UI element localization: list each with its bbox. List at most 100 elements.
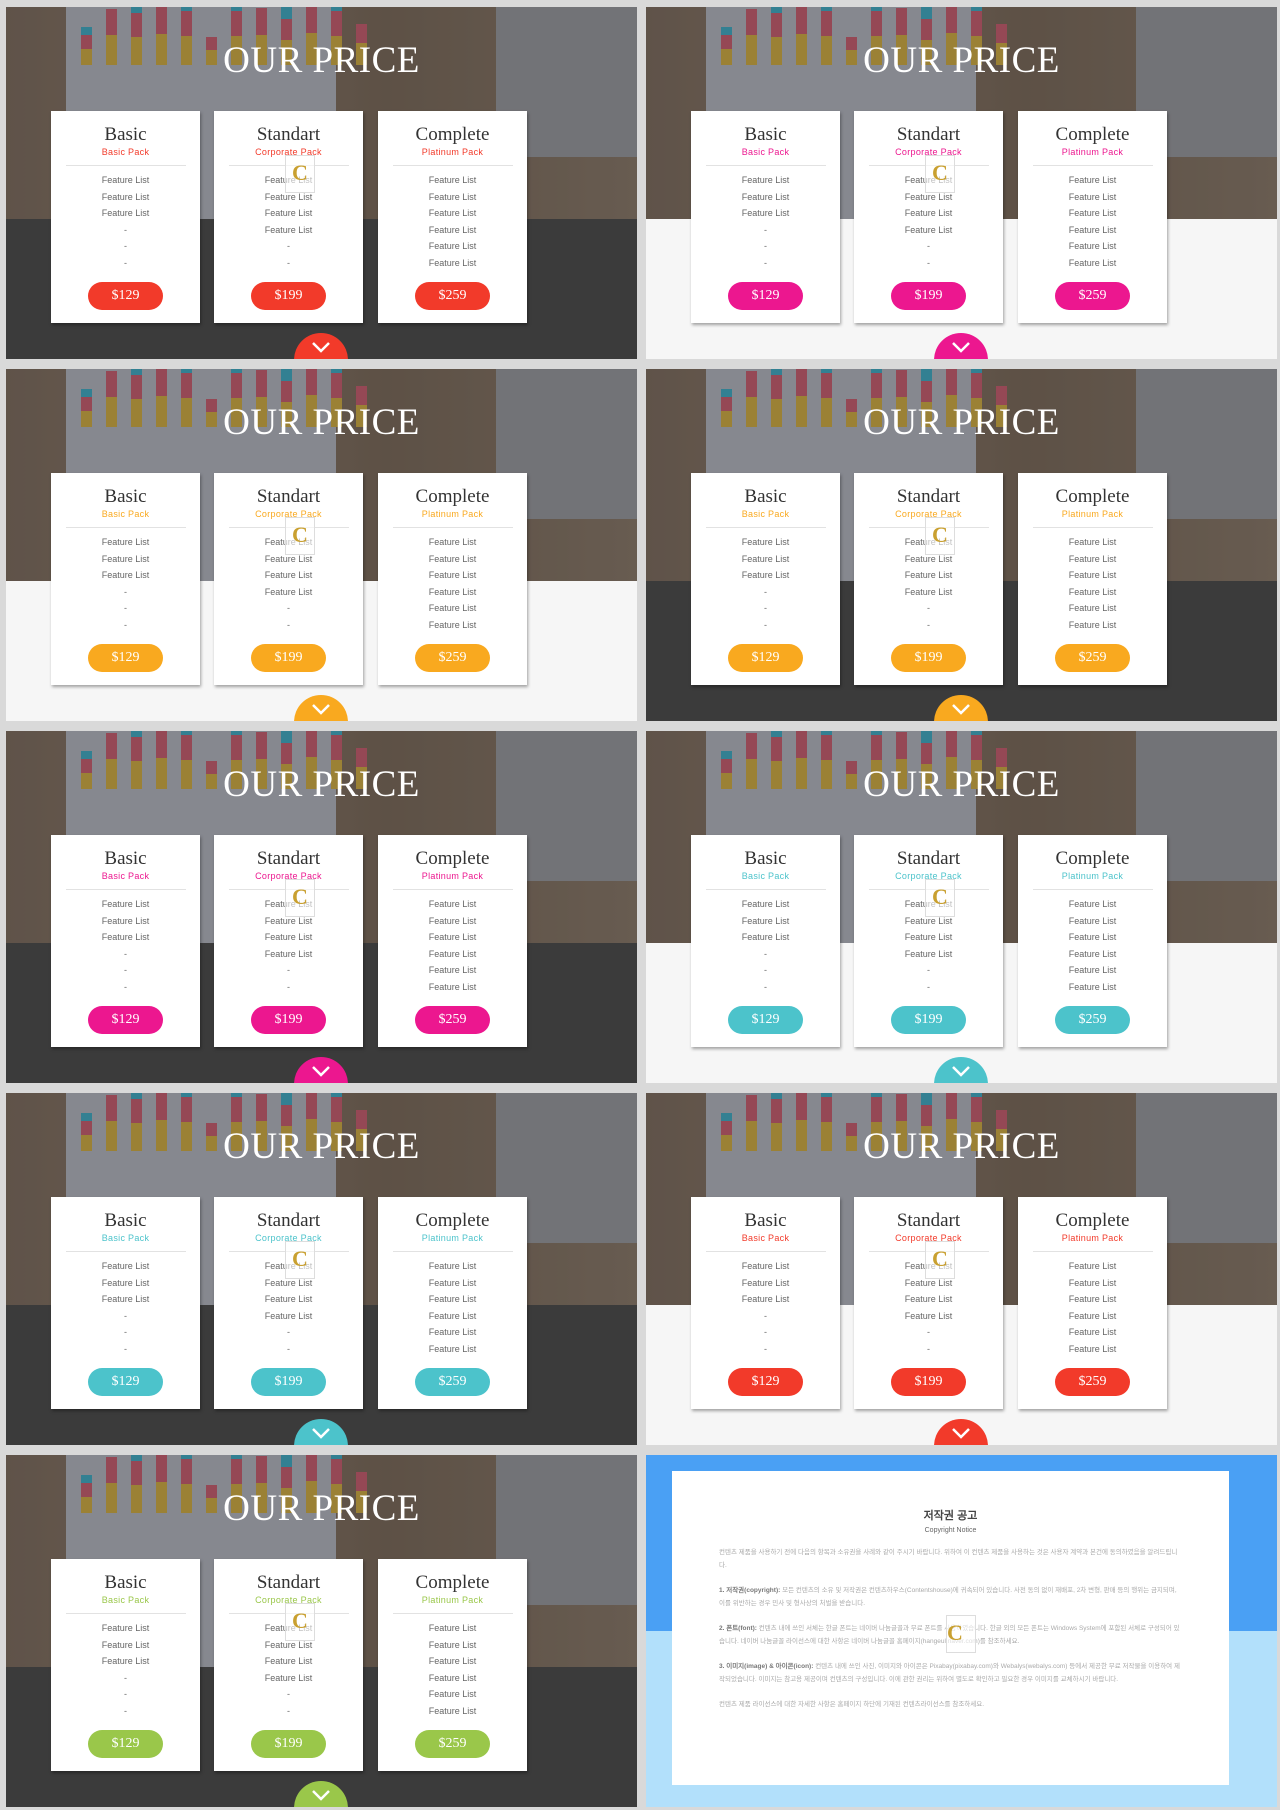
divider — [392, 165, 513, 166]
price-button[interactable]: $199 — [251, 644, 326, 672]
pricing-card-standart: StandartCorporate PackFeature ListFeatur… — [214, 473, 363, 685]
plan-subtitle: Basic Pack — [741, 147, 790, 157]
price-button[interactable]: $199 — [891, 282, 966, 310]
feature-item: - — [124, 241, 127, 251]
divider — [65, 165, 186, 166]
feature-item: Feature List — [428, 981, 477, 992]
plan-name: Complete — [1055, 848, 1130, 869]
feature-item: Feature List — [428, 1656, 477, 1666]
feature-item: - — [124, 586, 127, 597]
feature-item: - — [124, 224, 127, 235]
feature-item: - — [764, 224, 767, 235]
feature-item: - — [287, 619, 290, 630]
feature-item: Feature List — [741, 1261, 790, 1271]
feature-item: Feature List — [101, 1639, 150, 1650]
feature-list: Feature List Feature List Feature List - - - — [691, 534, 840, 633]
feature-list: Feature List Feature List Feature List Feat… — [378, 1620, 527, 1719]
plan-subtitle: Platinum Pack — [421, 871, 484, 881]
feature-item: - — [287, 1689, 290, 1699]
pricing-slide[interactable]: OUR PRICE Basic Basic Pack Feature List Feat… — [6, 731, 637, 1083]
pricing-card-complete: Complete Platinum Pack Feature List Feature… — [378, 1197, 527, 1409]
price-button[interactable]: $259 — [415, 1006, 490, 1034]
price-button[interactable]: $129 — [88, 644, 163, 672]
plan-subtitle: Platinum Pack — [1061, 1233, 1124, 1243]
pricing-slide[interactable]: OUR PRICE Basic Basic Pack Feature List Feat… — [6, 369, 637, 721]
pricing-slide[interactable]: OUR PRICE Basic Basic Pack Feature List Feat… — [646, 731, 1277, 1083]
price-button[interactable]: $259 — [415, 644, 490, 672]
page-title: OUR PRICE — [863, 1126, 1060, 1167]
price-button[interactable]: $259 — [1055, 282, 1130, 310]
feature-item: Feature List — [1068, 208, 1117, 218]
plan-name: Complete — [415, 124, 490, 145]
price-button[interactable]: $259 — [415, 1368, 490, 1396]
price-button[interactable]: $199 — [891, 644, 966, 672]
pricing-card-basic: Basic Basic Pack Feature List Feature List F… — [691, 473, 840, 685]
price-button[interactable]: $199 — [891, 1006, 966, 1034]
feature-list: Feature List Feature List Feature List - - - — [51, 896, 200, 995]
price-button[interactable]: $129 — [728, 1006, 803, 1034]
divider — [65, 1613, 186, 1614]
price-button[interactable]: $129 — [728, 644, 803, 672]
feature-item: Feature List — [1068, 965, 1117, 975]
feature-item: Feature List — [428, 1261, 477, 1271]
pricing-card-basic: Basic Basic Pack Feature List Feature List F… — [691, 111, 840, 323]
feature-item: Feature List — [101, 553, 150, 564]
feature-item: - — [927, 241, 930, 251]
feature-item: Feature List — [264, 208, 313, 218]
feature-item: Feature List — [904, 208, 953, 218]
feature-item: Feature List — [428, 1672, 477, 1683]
feature-list: Feature List Feature List Feature List Feat… — [1018, 172, 1167, 271]
price-button[interactable]: $199 — [251, 1006, 326, 1034]
plan-subtitle: Basic Pack — [101, 147, 150, 157]
pricing-slide[interactable]: OUR PRICE Basic Basic Pack Feature List Feat… — [646, 7, 1277, 359]
price-button[interactable]: $129 — [88, 1730, 163, 1758]
feature-item: Feature List — [101, 932, 150, 942]
slide-cell: OUR PRICE Basic Basic Pack Feature List Feat… — [0, 724, 640, 1086]
copyright-footer: 컨텐츠 제품 라이선스에 대한 자세한 사항은 홈페이지 하단에 기재된 컨텐츠… — [719, 1701, 985, 1708]
pricing-slide[interactable]: OUR PRICE Basic Basic Pack Feature List Feat… — [646, 369, 1277, 721]
price-button[interactable]: $259 — [415, 282, 490, 310]
price-button[interactable]: $129 — [728, 1368, 803, 1396]
price-button[interactable]: $259 — [1055, 1006, 1130, 1034]
price-button[interactable]: $129 — [728, 282, 803, 310]
pricing-slide[interactable]: OUR PRICE Basic Basic Pack Feature List Feat… — [6, 1093, 637, 1445]
feature-item: Feature List — [1068, 899, 1117, 909]
feature-item: Feature List — [264, 948, 313, 959]
price-button[interactable]: $259 — [415, 1730, 490, 1758]
feature-item: - — [764, 603, 767, 613]
pricing-card-basic: Basic Basic Pack Feature List Feature List F… — [51, 1197, 200, 1409]
price-button[interactable]: $199 — [251, 282, 326, 310]
price-button[interactable]: $259 — [1055, 1368, 1130, 1396]
feature-item: Feature List — [741, 553, 790, 564]
feature-list: Feature List Feature List Feature List Feat… — [1018, 896, 1167, 995]
feature-item: Feature List — [101, 570, 150, 580]
divider — [392, 1613, 513, 1614]
price-button[interactable]: $199 — [891, 1368, 966, 1396]
feature-item: - — [764, 981, 767, 992]
feature-item: Feature List — [904, 586, 953, 597]
plan-subtitle: Basic Pack — [741, 871, 790, 881]
watermark-logo: C — [285, 155, 315, 193]
pricing-slide[interactable]: OUR PRICE Basic Basic Pack Feature List Feat… — [6, 7, 637, 359]
feature-item: Feature List — [1068, 1327, 1117, 1337]
pricing-card-basic: Basic Basic Pack Feature List Feature List F… — [51, 1559, 200, 1771]
price-button[interactable]: $129 — [88, 282, 163, 310]
price-button[interactable]: $129 — [88, 1006, 163, 1034]
price-button[interactable]: $199 — [251, 1368, 326, 1396]
feature-item: - — [764, 619, 767, 630]
pricing-slide[interactable]: OUR PRICE Basic Basic Pack Feature List Feat… — [646, 1093, 1277, 1445]
feature-item: Feature List — [904, 1310, 953, 1321]
item-heading: 3. 이미지(image) & 아이콘(icon): — [719, 1663, 814, 1670]
feature-list: Feature List Feature List Feature List - - - — [51, 1620, 200, 1719]
pricing-slide[interactable]: OUR PRICE Basic Basic Pack Feature List Feat… — [6, 1455, 637, 1807]
price-button[interactable]: $129 — [88, 1368, 163, 1396]
price-button[interactable]: $199 — [251, 1730, 326, 1758]
price-button[interactable]: $259 — [1055, 644, 1130, 672]
feature-item: Feature List — [428, 1639, 477, 1650]
divider — [1032, 889, 1153, 890]
feature-item: - — [287, 241, 290, 251]
copyright-title: 저작권 공고 — [923, 1510, 978, 1522]
feature-list: Feature List Feature List Feature List - - - — [51, 534, 200, 633]
feature-list: Feature List Feature List Feature List Feat… — [378, 172, 527, 271]
plan-name: Complete — [1055, 1210, 1130, 1231]
